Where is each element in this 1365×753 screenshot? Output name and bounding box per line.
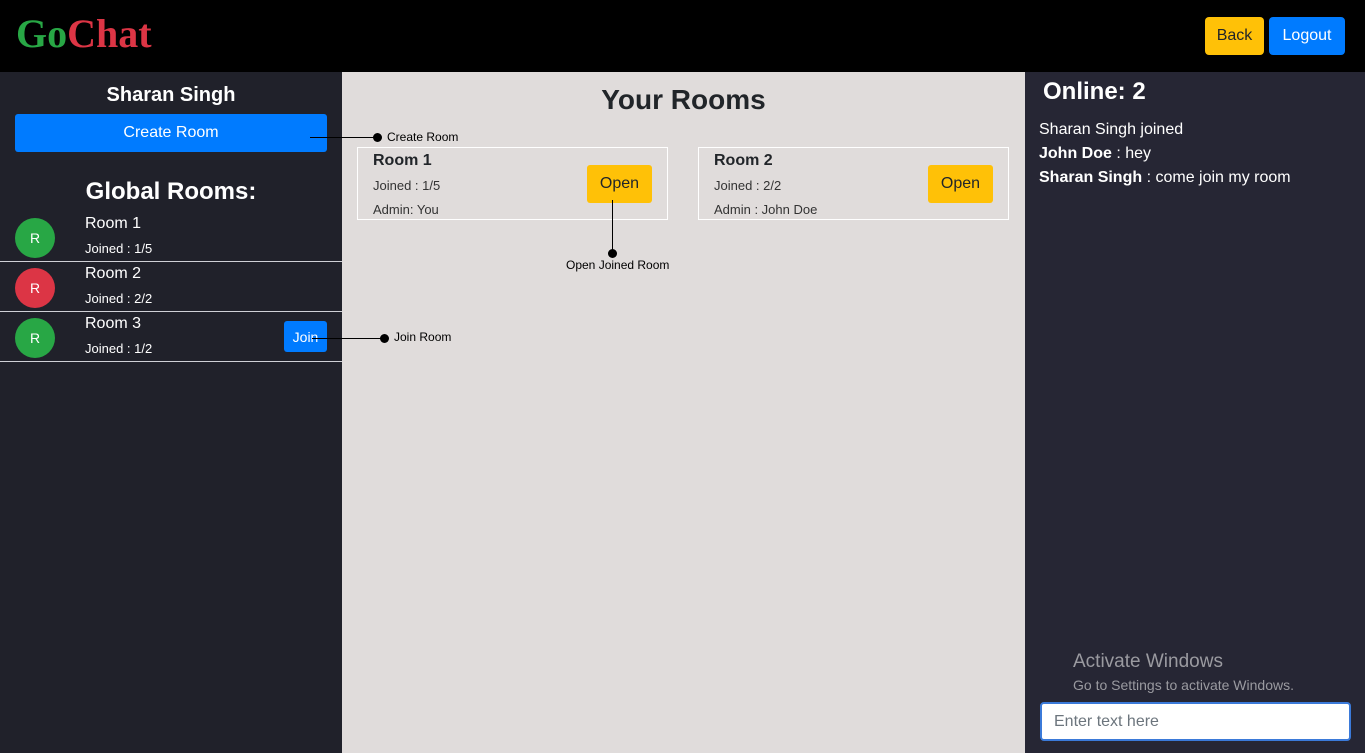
create-room-button[interactable]: Create Room	[15, 114, 327, 152]
global-rooms-list: R Room 1 Joined : 1/5 R Room 2 Joined : …	[0, 212, 342, 362]
room-joined-count: Joined : 1/2	[85, 341, 153, 356]
annotation-line	[310, 137, 378, 138]
room-card-admin: Admin : John Doe	[714, 202, 818, 217]
avatar: R	[15, 268, 55, 308]
message-text: Sharan Singh joined	[1039, 121, 1184, 138]
avatar: R	[15, 318, 55, 358]
page-title: Your Rooms	[601, 84, 766, 115]
gochat-logo[interactable]: GoChat	[16, 10, 152, 57]
chat-message: John Doe : hey	[1039, 142, 1355, 166]
online-count: Online: 2	[1043, 78, 1146, 105]
annotation-line	[612, 200, 613, 253]
room-name: Room 1	[85, 215, 142, 232]
open-room-button[interactable]: Open	[587, 165, 652, 203]
message-text: : come join my room	[1142, 169, 1291, 186]
chat-panel: Online: 2 Sharan Singh joined John Doe :…	[1025, 72, 1365, 753]
join-room-button[interactable]: Join	[284, 321, 327, 352]
logo-go-text: Go	[16, 11, 68, 56]
logo-chat-text: Chat	[67, 11, 152, 56]
list-item[interactable]: R Room 2 Joined : 2/2	[0, 262, 342, 312]
open-room-button[interactable]: Open	[928, 165, 993, 203]
message-sender: John Doe	[1039, 145, 1112, 162]
annotation-label: Open Joined Room	[566, 258, 670, 272]
back-button[interactable]: Back	[1205, 17, 1264, 55]
room-card: Room 1 Joined : 1/5 Admin: You Open	[357, 147, 668, 220]
list-item[interactable]: R Room 1 Joined : 1/5	[0, 212, 342, 262]
annotation-dot	[380, 334, 389, 343]
annotation-label: Create Room	[387, 130, 459, 144]
message-text: : hey	[1111, 145, 1152, 162]
message-sender: Sharan Singh	[1039, 169, 1143, 186]
annotation-label: Join Room	[394, 330, 452, 344]
room-card-joined: Joined : 2/2	[714, 178, 782, 193]
chat-messages: Sharan Singh joined John Doe : hey Shara…	[1039, 118, 1355, 190]
annotation-dot	[608, 249, 617, 258]
your-rooms-panel: Your Rooms Room 1 Joined : 1/5 Admin: Yo…	[342, 72, 1025, 753]
room-card-admin: Admin: You	[373, 202, 439, 217]
room-name: Room 2	[85, 265, 142, 282]
activate-windows-watermark-text: Go to Settings to activate Windows.	[1073, 677, 1294, 693]
room-card: Room 2 Joined : 2/2 Admin : John Doe Ope…	[698, 147, 1009, 220]
room-card-title: Room 1	[373, 152, 432, 169]
annotation-dot	[373, 133, 382, 142]
logout-button[interactable]: Logout	[1269, 17, 1345, 55]
top-navbar: GoChat Back Logout	[0, 0, 1365, 72]
room-name: Room 3	[85, 315, 142, 332]
annotation-line	[312, 338, 384, 339]
current-username: Sharan Singh	[106, 84, 236, 106]
chat-message-input[interactable]	[1040, 702, 1351, 741]
left-sidebar: Sharan Singh Create Room Global Rooms: R…	[0, 72, 342, 753]
room-joined-count: Joined : 2/2	[85, 291, 153, 306]
list-item[interactable]: R Room 3 Joined : 1/2 Join	[0, 312, 342, 362]
chat-message: Sharan Singh : come join my room	[1039, 166, 1355, 190]
room-card-joined: Joined : 1/5	[373, 178, 441, 193]
avatar: R	[15, 218, 55, 258]
global-rooms-heading: Global Rooms:	[85, 178, 257, 205]
room-card-title: Room 2	[714, 152, 773, 169]
activate-windows-watermark-title: Activate Windows	[1073, 651, 1223, 672]
room-joined-count: Joined : 1/5	[85, 241, 153, 256]
chat-message: Sharan Singh joined	[1039, 118, 1355, 142]
